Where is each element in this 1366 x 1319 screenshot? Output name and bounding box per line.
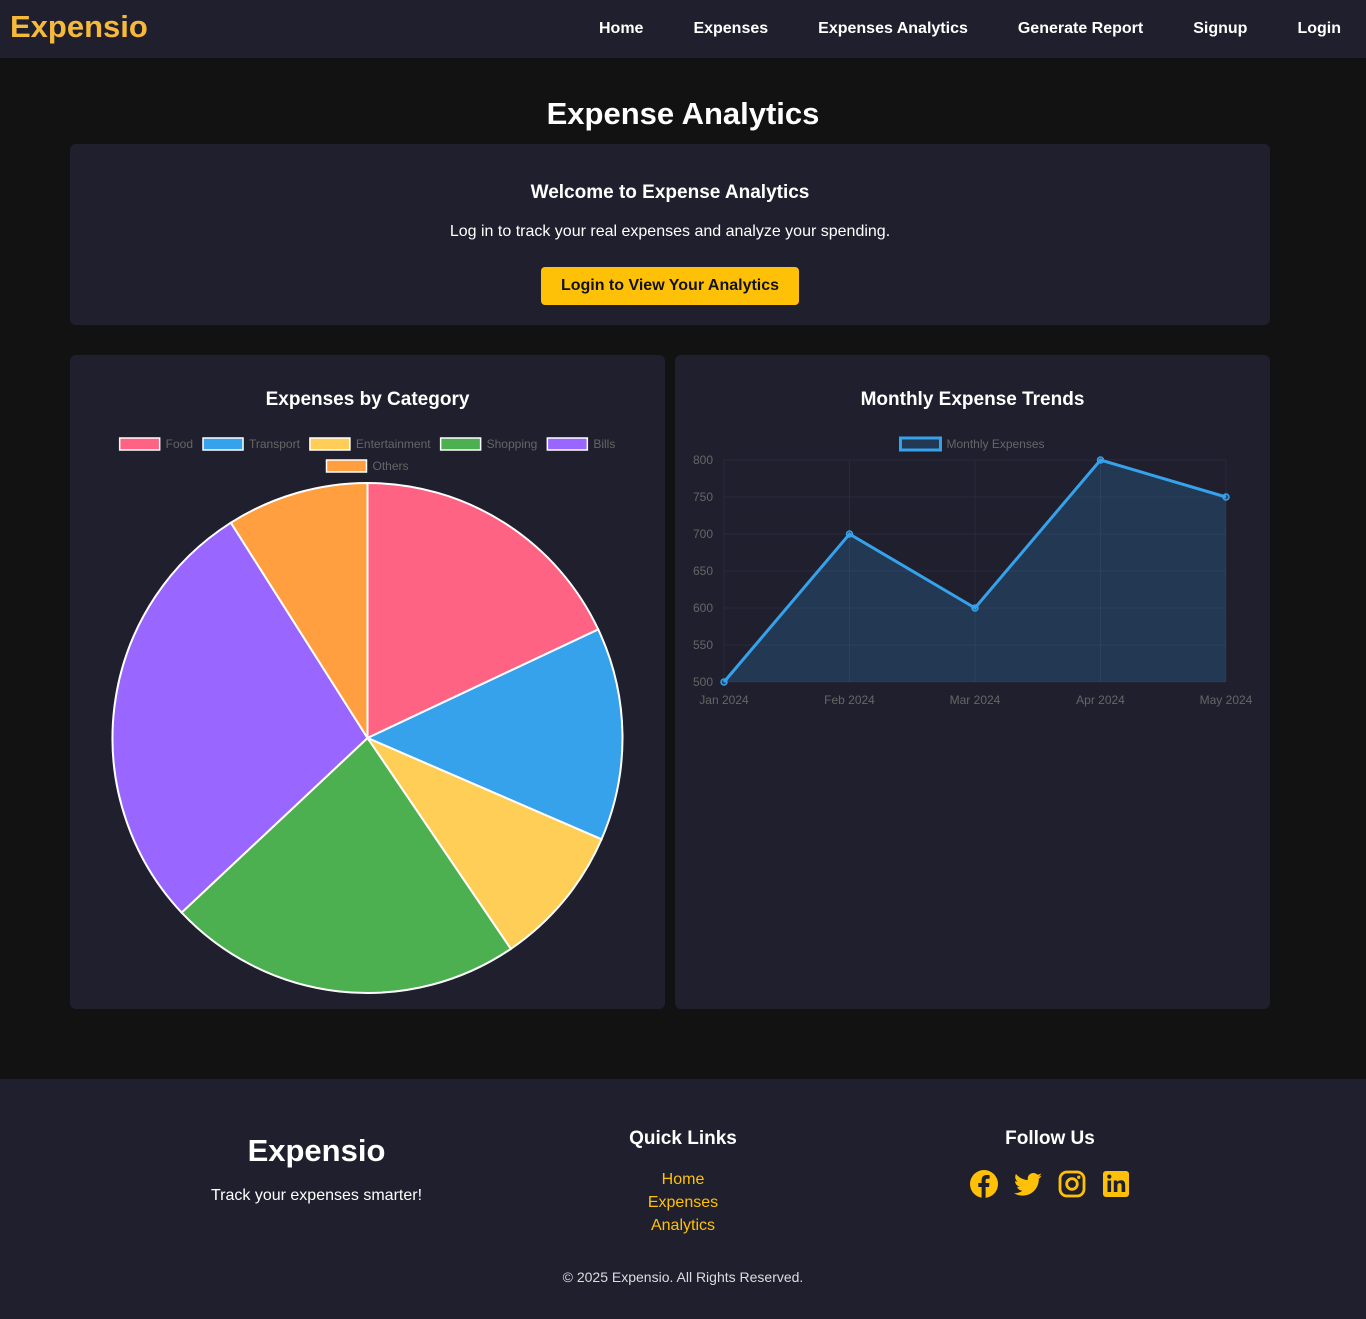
navbar: Expensio Home Expenses Expenses Analytic… bbox=[0, 0, 1366, 58]
legend-swatch-monthly-expenses bbox=[898, 436, 942, 452]
welcome-text: Log in to track your real expenses and a… bbox=[449, 223, 891, 240]
footer-link-analytics[interactable]: Analytics bbox=[533, 1214, 833, 1237]
nav-generate-report[interactable]: Generate Report bbox=[1018, 20, 1143, 38]
legend-swatch-transport bbox=[202, 437, 244, 451]
footer-tagline: Track your expenses smarter! bbox=[210, 1187, 423, 1204]
legend-swatch-food bbox=[118, 437, 161, 451]
data-point-feb-2024 bbox=[845, 530, 854, 538]
trend-chart-card: Monthly Expense Trends Monthly Expenses 8… bbox=[675, 355, 1270, 1009]
legend-label-monthly-expenses: Monthly Expenses bbox=[946, 437, 1044, 451]
nav-signup[interactable]: Signup bbox=[1193, 20, 1247, 38]
category-chart-card: Expenses by Category Food Transport Entert… bbox=[70, 355, 665, 1009]
legend-swatch-others bbox=[325, 459, 368, 473]
twitter-icon[interactable] bbox=[1013, 1169, 1043, 1199]
legend-label-others: Others bbox=[372, 459, 408, 473]
social-links bbox=[969, 1169, 1145, 1199]
x-tick-label: Feb 2024 bbox=[824, 693, 875, 707]
legend-swatch-shopping bbox=[439, 437, 482, 451]
y-tick-label: 750 bbox=[693, 490, 713, 504]
legend-label-transport: Transport bbox=[249, 437, 301, 451]
data-point-apr-2024 bbox=[1096, 456, 1105, 464]
legend-label-food: Food bbox=[166, 437, 193, 451]
x-tick-label: Mar 2024 bbox=[950, 693, 1001, 707]
footer-link-home[interactable]: Home bbox=[533, 1168, 833, 1191]
data-point-mar-2024 bbox=[971, 604, 979, 612]
nav-home[interactable]: Home bbox=[599, 20, 643, 38]
legend-label-entertainment: Entertainment bbox=[356, 437, 431, 451]
legend-swatch-bills bbox=[546, 437, 589, 451]
page-title: Expense Analytics bbox=[546, 96, 820, 131]
y-tick-label: 700 bbox=[693, 527, 713, 541]
copyright-text: © 2025 Expensio. All Rights Reserved. bbox=[562, 1269, 804, 1285]
quick-links-title: Quick Links bbox=[629, 1128, 737, 1149]
data-point-jan-2024 bbox=[720, 678, 728, 686]
y-tick-label: 800 bbox=[693, 453, 713, 467]
legend-swatch-entertainment bbox=[309, 437, 351, 451]
footer-brand: Expensio bbox=[247, 1133, 386, 1168]
follow-us-title: Follow Us bbox=[1005, 1128, 1095, 1149]
data-point-may-2024 bbox=[1222, 493, 1230, 501]
y-tick-label: 650 bbox=[693, 564, 713, 578]
facebook-icon[interactable] bbox=[969, 1169, 999, 1199]
monthly-trend-chart: Monthly Expenses 800 750 700 650 600 550 500 Jan… bbox=[693, 436, 1253, 707]
welcome-card: Welcome to Expense Analytics Log in to t… bbox=[70, 144, 1270, 325]
instagram-icon[interactable] bbox=[1057, 1169, 1087, 1199]
y-tick-label: 600 bbox=[693, 601, 713, 615]
nav-links: Home Expenses Expenses Analytics Generat… bbox=[599, 0, 1366, 58]
welcome-title: Welcome to Expense Analytics bbox=[530, 182, 810, 203]
login-to-view-analytics-button[interactable]: Login to View Your Analytics bbox=[541, 267, 799, 305]
nav-expenses-analytics[interactable]: Expenses Analytics bbox=[818, 20, 968, 38]
x-tick-label: Jan 2024 bbox=[699, 693, 749, 707]
legend-label-shopping: Shopping bbox=[487, 437, 538, 451]
footer: Expensio Track your expenses smarter! Qu… bbox=[0, 1079, 1366, 1319]
y-tick-label: 550 bbox=[693, 638, 713, 652]
nav-expenses[interactable]: Expenses bbox=[693, 20, 768, 38]
category-pie-chart: Food Transport Entertainment Shopping Bills O… bbox=[111, 437, 624, 994]
legend-label-bills: Bills bbox=[593, 437, 615, 451]
y-tick-label: 500 bbox=[693, 675, 713, 689]
linkedin-icon[interactable] bbox=[1101, 1169, 1131, 1199]
brand-logo[interactable]: Expensio bbox=[10, 9, 148, 45]
quick-links: Home Expenses Analytics bbox=[533, 1168, 833, 1237]
footer-link-expenses[interactable]: Expenses bbox=[533, 1191, 833, 1214]
x-tick-label: Apr 2024 bbox=[1076, 693, 1125, 707]
x-tick-label: May 2024 bbox=[1200, 693, 1253, 707]
nav-login[interactable]: Login bbox=[1297, 20, 1341, 38]
